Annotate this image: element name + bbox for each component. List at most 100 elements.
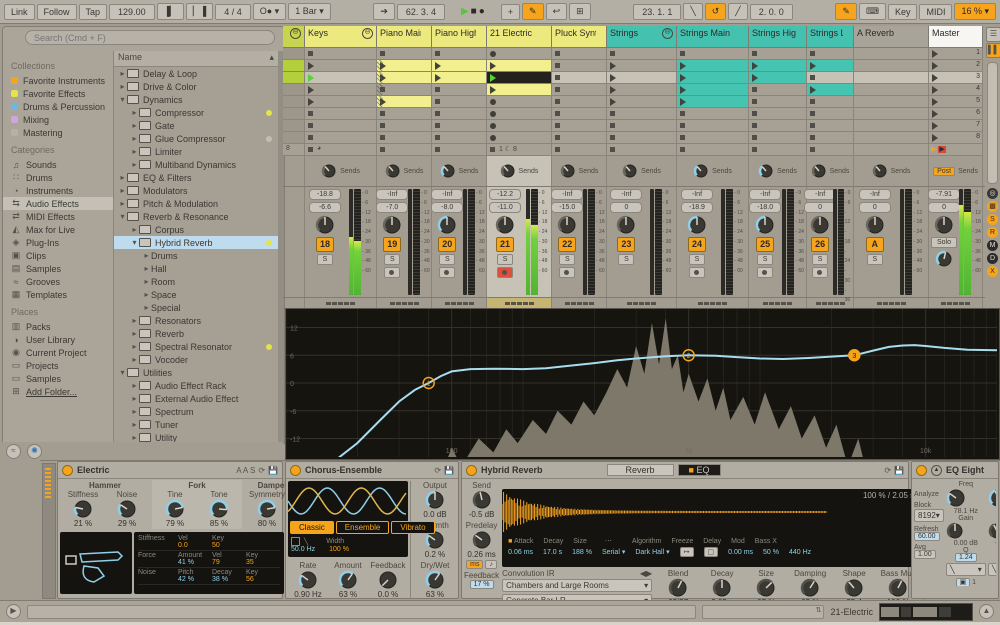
draw-mode-button[interactable]: ✎ bbox=[835, 3, 857, 20]
track-stop-slot[interactable] bbox=[607, 144, 677, 156]
arm-button[interactable] bbox=[384, 267, 401, 278]
clip-slot[interactable] bbox=[432, 60, 487, 72]
tree-item-eq-filters[interactable]: ▸ EQ & Filters bbox=[114, 171, 278, 184]
clip-slot[interactable]: 8 bbox=[929, 132, 983, 144]
clip-slot[interactable]: 2 bbox=[929, 60, 983, 72]
clip-slot[interactable] bbox=[807, 60, 854, 72]
clip-slot[interactable] bbox=[807, 108, 854, 120]
group-fold-icon[interactable]: ⊖ bbox=[290, 28, 301, 39]
track-activator-button[interactable]: 19 bbox=[383, 237, 402, 252]
send-a-knob[interactable] bbox=[811, 163, 827, 179]
clip-slot[interactable] bbox=[854, 108, 929, 120]
track-stop-slot[interactable] bbox=[432, 144, 487, 156]
clip-slot[interactable] bbox=[607, 96, 677, 108]
band-1-freq-knob[interactable] bbox=[946, 488, 986, 508]
pan-knob[interactable] bbox=[382, 215, 402, 235]
clip-slot[interactable] bbox=[377, 84, 432, 96]
save-preset-icon[interactable]: 💾 bbox=[268, 466, 278, 475]
clip-slot[interactable] bbox=[432, 132, 487, 144]
pan-knob[interactable] bbox=[315, 215, 335, 235]
band-2-filter-type-select[interactable]: ╲▾ bbox=[987, 563, 996, 576]
place-item-current-project[interactable]: ◉ Current Project bbox=[11, 346, 113, 359]
chevron-right-icon[interactable]: ▸ bbox=[130, 225, 139, 234]
dry-wet-knob[interactable] bbox=[425, 570, 445, 590]
save-preset-icon[interactable]: 💾 bbox=[894, 466, 904, 475]
noise-value[interactable]: 29 % bbox=[118, 519, 136, 528]
record-button[interactable]: ● bbox=[479, 6, 485, 17]
send-a-knob[interactable] bbox=[872, 163, 888, 179]
warmth-value[interactable]: 0.2 % bbox=[425, 550, 445, 559]
rate-knob[interactable] bbox=[298, 570, 318, 590]
clip-slot[interactable] bbox=[552, 108, 607, 120]
tone-knob[interactable] bbox=[209, 499, 229, 519]
group-fold-icon[interactable]: ⊖ bbox=[662, 28, 673, 39]
band-2-gain-value[interactable]: -4.05 dB bbox=[988, 540, 996, 547]
send-a-knob[interactable] bbox=[622, 163, 638, 179]
clip-slot[interactable] bbox=[552, 120, 607, 132]
send-a-knob[interactable] bbox=[440, 163, 456, 179]
band-1-gain-knob[interactable] bbox=[946, 522, 986, 540]
volume-field[interactable]: 0 bbox=[804, 202, 837, 213]
chevron-right-icon[interactable]: ▸ bbox=[142, 277, 151, 286]
chevron-right-icon[interactable]: ▸ bbox=[130, 329, 139, 338]
clip-slot[interactable] bbox=[854, 60, 929, 72]
chevron-right-icon[interactable]: ▸ bbox=[130, 316, 139, 325]
metronome-button[interactable]: O● ▾ bbox=[252, 3, 287, 20]
ir-category-select[interactable]: Chambers and Large Rooms ▾ bbox=[502, 579, 653, 592]
track-stop-slot[interactable]: ▶ ▶ bbox=[929, 144, 983, 156]
clip-slot[interactable]: 5 bbox=[929, 96, 983, 108]
clip-slot[interactable] bbox=[432, 48, 487, 60]
mixer-view-toggle-icon[interactable]: ▌▌ bbox=[986, 43, 1000, 58]
track-delay-cell[interactable] bbox=[283, 298, 305, 308]
decay-value[interactable]: 17.0 s bbox=[543, 549, 562, 556]
track-header-strings-high[interactable]: Strings High bbox=[749, 26, 807, 48]
track-delay-cell[interactable] bbox=[432, 298, 487, 308]
send-a-knob[interactable] bbox=[693, 163, 709, 179]
noise-decay-value[interactable]: Decay 38 % bbox=[212, 569, 246, 583]
track-delay-cell[interactable] bbox=[854, 298, 929, 308]
solo-button[interactable]: S bbox=[618, 254, 635, 265]
category-item-audio-effects[interactable]: ⇆ Audio Effects bbox=[3, 197, 115, 210]
peak-level-field[interactable]: -Inf bbox=[680, 189, 713, 200]
freeze-in-button[interactable]: ↦ bbox=[679, 547, 694, 557]
pan-knob[interactable] bbox=[687, 215, 707, 235]
chevron-right-icon[interactable]: ▸ bbox=[130, 407, 139, 416]
clip-slot[interactable] bbox=[432, 120, 487, 132]
tree-header[interactable]: Name ▴ bbox=[114, 51, 278, 67]
device-on-icon[interactable] bbox=[62, 464, 73, 476]
clip-slot[interactable] bbox=[305, 96, 377, 108]
clip-slot[interactable] bbox=[487, 120, 552, 132]
hpf-value[interactable]: 50.0 Hz bbox=[291, 546, 315, 553]
category-item-clips[interactable]: ▣ Clips bbox=[11, 249, 113, 262]
solo-button[interactable]: S bbox=[866, 254, 883, 265]
show-returns-button[interactable]: R bbox=[987, 227, 998, 238]
mode-classic-button[interactable]: Classic bbox=[290, 521, 334, 534]
time-signature-field[interactable]: 4 / 4 bbox=[215, 3, 251, 20]
track-delay-cell[interactable] bbox=[677, 298, 749, 308]
ir-next-icon[interactable]: ▶ bbox=[646, 569, 652, 578]
tine-knob[interactable] bbox=[165, 499, 185, 519]
track-delay-cell[interactable] bbox=[607, 298, 677, 308]
pan-knob[interactable] bbox=[616, 215, 636, 235]
category-item-instruments[interactable]: ◔ Instruments bbox=[11, 184, 113, 197]
chorus-title-bar[interactable]: Chorus-Ensemble ⟳ 💾 bbox=[286, 462, 458, 479]
clip-slot[interactable] bbox=[377, 60, 432, 72]
clip-slot[interactable] bbox=[487, 72, 552, 84]
volume-field[interactable]: -6.6 bbox=[308, 202, 341, 213]
bassx-value[interactable]: 440 Hz bbox=[789, 549, 811, 556]
track-delay-cell[interactable] bbox=[305, 298, 377, 308]
track-stop-slot[interactable] bbox=[677, 144, 749, 156]
loop-length-field[interactable]: 2. 0. 0 bbox=[749, 3, 793, 20]
bass-mult-knob[interactable] bbox=[888, 578, 908, 598]
track-header-strings[interactable]: Strings ⊖ bbox=[607, 26, 677, 48]
tree-item-room[interactable]: ▸ Room bbox=[114, 275, 278, 288]
clip-slot[interactable] bbox=[552, 96, 607, 108]
preview-wave-icon[interactable]: ≈ bbox=[6, 443, 21, 459]
peak-level-field[interactable]: -18.8 bbox=[308, 189, 341, 200]
clip-slot[interactable] bbox=[854, 120, 929, 132]
show-overview-button[interactable]: ◎ bbox=[987, 188, 998, 199]
group-fold-icon[interactable]: ⊖ bbox=[362, 28, 373, 39]
clip-slot[interactable] bbox=[607, 132, 677, 144]
pan-knob[interactable] bbox=[437, 215, 457, 235]
collection-item-mastering[interactable]: Mastering bbox=[11, 126, 113, 139]
